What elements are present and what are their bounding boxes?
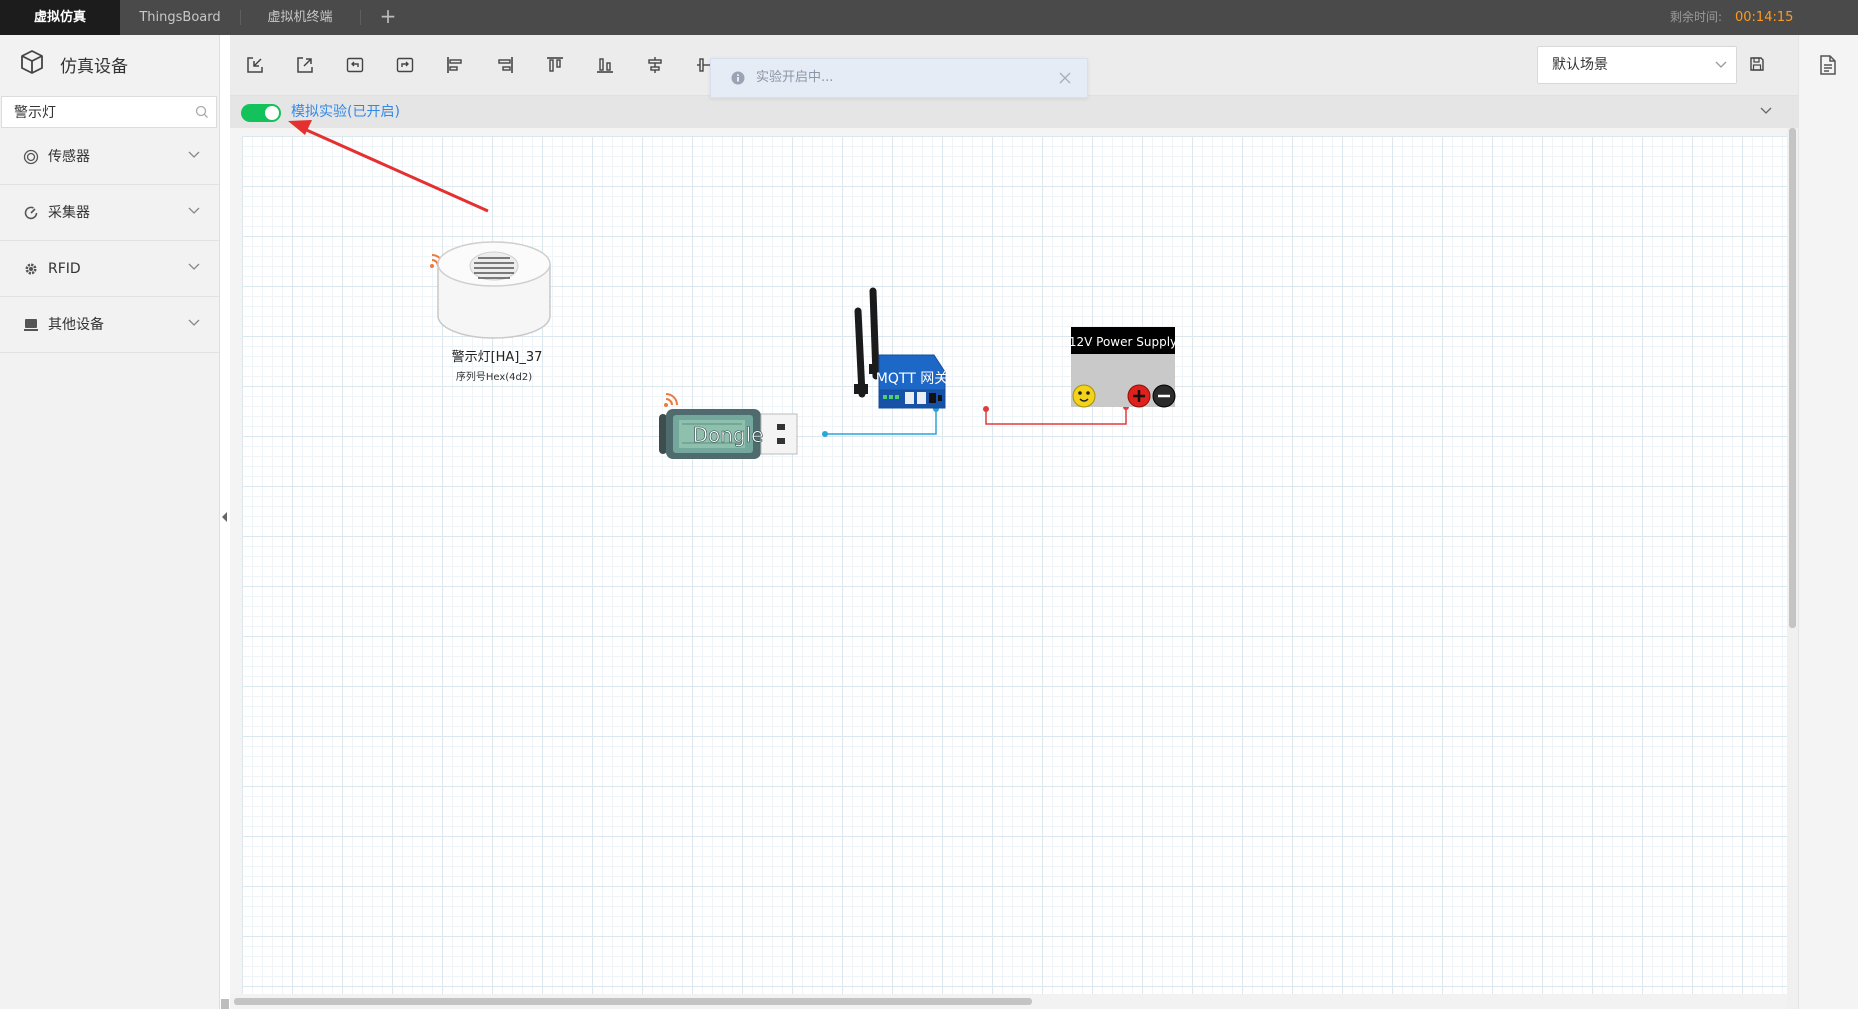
- category-rfid[interactable]: RFID: [0, 241, 219, 297]
- device-search-box: [1, 96, 217, 128]
- tab-thingsboard[interactable]: ThingsBoard: [120, 0, 240, 35]
- scene-select[interactable]: 默认场景: [1537, 46, 1737, 84]
- device-icon: [24, 319, 38, 331]
- wire-dongle-gateway: [825, 409, 937, 435]
- alarm-light-serial: 序列号Hex(4d2): [456, 370, 532, 383]
- canvas-frame: [230, 128, 242, 1009]
- negative-terminal-icon[interactable]: [1152, 384, 1176, 408]
- right-rail: [1798, 35, 1858, 1009]
- align-right-icon[interactable]: [495, 55, 515, 75]
- canvas-vertical-scrollbar[interactable]: [1787, 128, 1798, 1009]
- canvas-frame: [230, 128, 1798, 136]
- tab-divider: [360, 10, 361, 25]
- antenna-right: [869, 287, 880, 380]
- timer-value: 00:14:15: [1735, 10, 1794, 25]
- chevron-down-icon: [188, 263, 200, 270]
- chevron-down-icon: [188, 207, 200, 214]
- timer-label: 剩余时间:: [1670, 10, 1723, 24]
- canvas-horizontal-scrollbar[interactable]: [230, 994, 1787, 1009]
- dongle-name: Dongle: [693, 423, 764, 447]
- gear-icon: [25, 263, 37, 275]
- category-label: 采集器: [48, 205, 90, 221]
- wire-endpoint: [822, 431, 828, 437]
- sensor-icon: [23, 149, 39, 165]
- chevron-down-icon[interactable]: [1760, 107, 1772, 115]
- gateway-name: MQTT 网关: [876, 371, 948, 387]
- undo-icon[interactable]: [345, 55, 365, 75]
- sidebar-scrollbar[interactable]: [221, 999, 229, 1009]
- alarm-light-name: 警示灯[HA]_37: [452, 349, 543, 365]
- scrollbar-thumb[interactable]: [234, 998, 1032, 1005]
- export-icon[interactable]: [295, 55, 315, 75]
- cube-icon: [21, 50, 43, 74]
- scrollbar-thumb[interactable]: [1789, 128, 1796, 628]
- redo-icon[interactable]: [395, 55, 415, 75]
- notification-toast: 实验开启中...: [710, 58, 1088, 98]
- align-top-icon[interactable]: [545, 55, 565, 75]
- wireless-signal-icon: [664, 393, 678, 407]
- simulation-canvas[interactable]: 警示灯[HA]_37 序列号Hex(4d2) Dongle MQTT 网关 12…: [242, 136, 1787, 994]
- category-label: 传感器: [48, 149, 90, 165]
- alarm-light-device[interactable]: 警示灯[HA]_37 序列号Hex(4d2): [430, 241, 551, 383]
- scene-select-value: 默认场景: [1552, 57, 1608, 73]
- simulation-status-label: 模拟实验(已开启): [291, 104, 400, 120]
- top-tab-bar: 虚拟仿真 ThingsBoard 虚拟机终端 + 剩余时间: 00:14:15: [0, 0, 1858, 35]
- device-sidebar: 仿真设备 传感器 采集器 RFID: [0, 35, 220, 1009]
- simulation-strip: 模拟实验(已开启): [230, 96, 1798, 128]
- collector-icon: [24, 206, 38, 220]
- add-tab-button[interactable]: +: [376, 0, 400, 35]
- dongle-device[interactable]: Dongle: [659, 393, 798, 459]
- device-diagram: 警示灯[HA]_37 序列号Hex(4d2) Dongle MQTT 网关 12…: [430, 241, 1177, 459]
- import-icon[interactable]: [245, 55, 265, 75]
- chevron-down-icon: [188, 151, 200, 158]
- category-other-devices[interactable]: 其他设备: [0, 297, 219, 353]
- power-socket-icon: [1072, 384, 1096, 408]
- align-center-h-icon[interactable]: [645, 55, 665, 75]
- collapse-sidebar-icon[interactable]: [220, 510, 230, 524]
- category-collector[interactable]: 采集器: [0, 185, 219, 241]
- category-label: 其他设备: [48, 317, 104, 333]
- device-search-input[interactable]: [14, 97, 184, 127]
- info-icon: [731, 71, 745, 85]
- search-icon[interactable]: [195, 105, 209, 119]
- chevron-down-icon: [188, 319, 200, 326]
- close-icon[interactable]: [1059, 72, 1071, 84]
- category-label: RFID: [48, 261, 81, 277]
- chevron-down-icon: [1715, 61, 1727, 68]
- power-supply-name: 12V Power Supply: [1069, 335, 1177, 349]
- sidebar-header: 仿真设备: [0, 35, 219, 93]
- wire-gateway-power: [985, 407, 1127, 425]
- save-icon[interactable]: [1749, 56, 1765, 72]
- align-bottom-icon[interactable]: [595, 55, 615, 75]
- simulation-toggle[interactable]: [241, 104, 281, 122]
- positive-terminal-icon[interactable]: [1127, 384, 1151, 408]
- category-sensor[interactable]: 传感器: [0, 129, 219, 185]
- mqtt-gateway-device[interactable]: MQTT 网关: [854, 287, 948, 409]
- tab-vm-terminal[interactable]: 虚拟机终端: [240, 0, 360, 35]
- toggle-knob: [265, 106, 279, 120]
- power-supply-device[interactable]: 12V Power Supply: [1069, 327, 1177, 408]
- tab-virtual-simulation[interactable]: 虚拟仿真: [0, 0, 120, 35]
- document-icon[interactable]: [1819, 55, 1837, 75]
- wire-endpoint: [983, 406, 989, 412]
- align-left-icon[interactable]: [445, 55, 465, 75]
- sidebar-title: 仿真设备: [60, 57, 128, 77]
- notification-text: 实验开启中...: [756, 70, 834, 85]
- antenna-left: [854, 307, 866, 398]
